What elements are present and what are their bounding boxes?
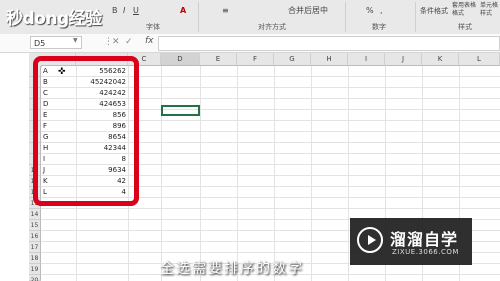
gridline xyxy=(311,66,312,281)
column-header[interactable]: K xyxy=(422,53,459,66)
cancel-icon[interactable]: ✕ xyxy=(112,37,120,47)
ribbon: 秒dong经验 B I U A 字体 ≡ 合并后居中 对齐方式 % , 数字 条… xyxy=(0,0,500,35)
group-font-label: 字体 xyxy=(146,23,160,31)
formula-input[interactable] xyxy=(158,36,500,51)
row-header[interactable]: 15 xyxy=(29,220,41,231)
percent-button[interactable]: % xyxy=(366,6,374,16)
align-button[interactable]: ≡ xyxy=(222,6,229,16)
gridline xyxy=(161,66,162,281)
font-color-button[interactable]: A xyxy=(180,6,186,16)
column-header[interactable]: E xyxy=(200,53,237,66)
group-divider xyxy=(198,2,199,32)
gridline xyxy=(237,66,238,281)
bold-button[interactable]: B xyxy=(112,6,118,16)
watermark-title: 溜溜自学 xyxy=(390,230,459,249)
underline-button[interactable]: U xyxy=(133,6,139,16)
group-styles-label: 样式 xyxy=(458,23,472,31)
column-header[interactable]: I xyxy=(348,53,385,66)
logo: 秒dong经验 xyxy=(6,9,102,29)
selection-highlight xyxy=(33,56,139,206)
gridline xyxy=(41,208,500,209)
cell-styles-button[interactable]: 单元格样式 xyxy=(480,2,498,22)
row-header[interactable]: 16 xyxy=(29,231,41,242)
enter-icon[interactable]: ✓ xyxy=(125,37,133,47)
row-header[interactable]: 17 xyxy=(29,242,41,253)
column-header[interactable]: G xyxy=(274,53,311,66)
conditional-format-button[interactable]: 条件格式 xyxy=(420,6,448,16)
active-cell-d5[interactable] xyxy=(161,105,200,116)
column-header[interactable]: D xyxy=(161,53,200,66)
chevron-down-icon[interactable]: ▼ xyxy=(73,37,78,44)
formula-bar: D5 ▼ ⋮ ✕ ✓ fx xyxy=(0,34,500,53)
group-divider xyxy=(345,2,346,32)
group-alignment-label: 对齐方式 xyxy=(258,23,286,31)
gridline xyxy=(274,66,275,281)
watermark-url: ZIXUE.3066.COM xyxy=(392,248,459,256)
excel-window: 秒dong经验 B I U A 字体 ≡ 合并后居中 对齐方式 % , 数字 条… xyxy=(0,0,500,281)
merge-center-button[interactable]: 合并后居中 xyxy=(288,6,328,16)
column-header[interactable]: H xyxy=(311,53,348,66)
row-header[interactable]: 14 xyxy=(29,209,41,220)
insert-function-icon[interactable]: fx xyxy=(145,36,154,46)
row-header[interactable]: 19 xyxy=(29,264,41,275)
video-caption: 全选需要排序的数字 xyxy=(160,261,304,277)
column-header[interactable]: L xyxy=(459,53,500,66)
column-header[interactable]: J xyxy=(385,53,422,66)
column-header[interactable]: F xyxy=(237,53,274,66)
row-header[interactable]: 18 xyxy=(29,253,41,264)
group-divider xyxy=(415,2,416,32)
italic-button[interactable]: I xyxy=(123,6,125,16)
play-icon xyxy=(368,235,376,245)
gridline xyxy=(200,66,201,281)
table-format-button[interactable]: 套用表格格式 xyxy=(452,2,476,22)
comma-button[interactable]: , xyxy=(380,6,383,16)
row-header[interactable]: 20 xyxy=(29,275,41,281)
gridline xyxy=(348,66,349,281)
group-number-label: 数字 xyxy=(372,23,386,31)
